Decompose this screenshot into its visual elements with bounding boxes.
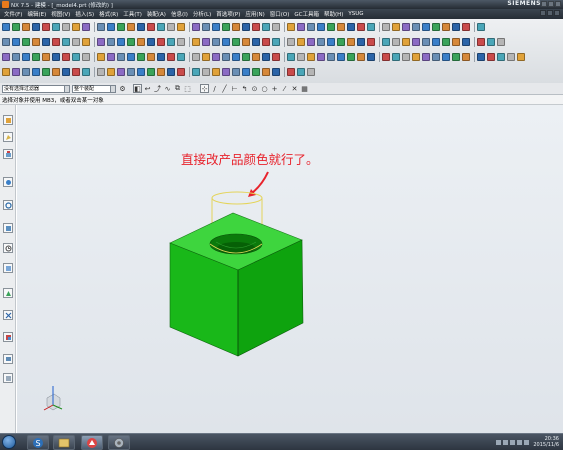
model-graphics [43, 171, 304, 411]
nx-application-window: NX 7.5 - 建模 - [_model4.prt (修改的) ] SIEME… [0, 0, 563, 450]
svg-text:S: S [36, 439, 41, 448]
clock-date: 2015/11/6 [533, 442, 559, 448]
view-triad-icon [43, 386, 63, 411]
tray-icon[interactable] [496, 439, 502, 445]
taskbar-app-explorer[interactable] [53, 435, 75, 450]
green-block-body[interactable] [169, 212, 304, 357]
tray-icon[interactable] [503, 439, 509, 445]
system-tray: 20:36 2015/11/6 [496, 436, 559, 448]
network-icon[interactable] [524, 439, 530, 445]
taskbar-app-settings[interactable] [108, 435, 130, 450]
start-button[interactable] [2, 435, 16, 449]
taskbar-app-s[interactable]: S [27, 435, 49, 450]
volume-icon[interactable] [517, 439, 523, 445]
windows-taskbar: S 20:36 2015/11/6 [0, 433, 563, 450]
clock[interactable]: 20:36 2015/11/6 [533, 436, 559, 448]
taskbar-app-nx[interactable] [81, 435, 103, 450]
tray-icon[interactable] [510, 439, 516, 445]
annotation-text: 直接改产品颜色就行了。 [181, 152, 319, 167]
